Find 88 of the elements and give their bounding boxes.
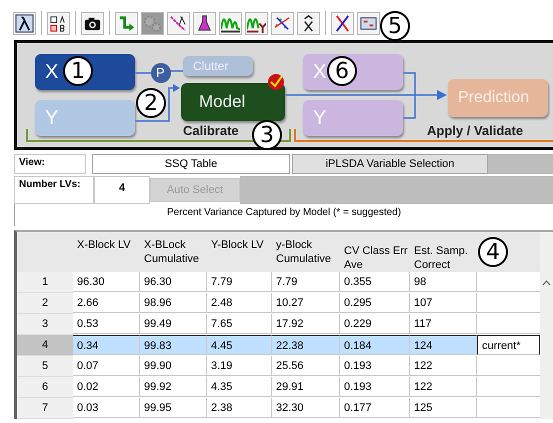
table-cell: 2.66: [73, 293, 140, 313]
table-cell: 107: [410, 293, 477, 313]
table-cell: 29.91: [272, 377, 340, 397]
table-cell: 0.229: [340, 314, 410, 334]
flask-icon: [195, 14, 214, 32]
table-cell: 4.35: [207, 377, 272, 397]
table-cell: 98.96: [140, 293, 207, 313]
corner-cell: [17, 232, 73, 272]
table-cell: 17.92: [272, 314, 340, 334]
table-cell: 96.30: [73, 272, 140, 292]
table-cell: 0.295: [340, 293, 410, 313]
column-header: X-BLock Cumulative: [140, 232, 207, 272]
apply-validate-label: Apply / Validate: [427, 123, 524, 138]
table-cell: 32.30: [272, 398, 340, 418]
table-cell: 2.38: [207, 398, 272, 418]
column-header: CV Class Err Ave: [340, 232, 410, 272]
toolbar-button[interactable]: [13, 12, 36, 34]
table-cell: 117: [410, 314, 477, 334]
row-header[interactable]: 4: [17, 335, 73, 356]
gear-icon: [143, 14, 162, 32]
table-cell: 99.49: [140, 314, 207, 334]
row-header[interactable]: 1: [17, 272, 73, 293]
arrow: [135, 84, 180, 122]
number-lvs-field[interactable]: 4: [94, 176, 150, 204]
table-cell: 0.355: [340, 272, 410, 292]
table-cell: 0.193: [340, 377, 410, 397]
step-arrow-icon: [117, 14, 136, 32]
toolbar-button[interactable]: [245, 12, 268, 34]
table-cell: 99.92: [140, 377, 207, 397]
column-header: y-Block Cumulative: [272, 232, 340, 272]
preprocess-node[interactable]: [151, 63, 171, 83]
table-cell: 99.95: [140, 398, 207, 418]
table-cell: 122: [410, 356, 477, 376]
toolbar-button[interactable]: [47, 12, 70, 34]
table-cell: 7.79: [272, 272, 340, 292]
table-cell: 125: [410, 398, 477, 418]
table-cell: 4.45: [207, 335, 272, 355]
table-cell: 3.19: [207, 356, 272, 376]
row-header[interactable]: 3: [17, 314, 73, 335]
row-header[interactable]: 6: [17, 377, 73, 398]
view-tab[interactable]: SSQ Table: [92, 154, 290, 174]
preprocess-label: P: [156, 65, 165, 80]
calibrate-label: Calibrate: [183, 123, 239, 138]
lambda-line-icon: [169, 14, 188, 32]
table-cell: 0.184: [340, 335, 410, 355]
view-tab[interactable]: iPLSDA Variable Selection: [292, 154, 488, 174]
toolbar-button[interactable]: [193, 12, 216, 34]
toolbar-button[interactable]: [219, 12, 242, 34]
table-cell: 122: [410, 377, 477, 397]
toolbar-button[interactable]: [357, 12, 380, 34]
table-cell: 0.07: [73, 356, 140, 376]
table-cell: 2.48: [207, 293, 272, 313]
model-node[interactable]: Model: [181, 83, 285, 121]
table-cell: 25.56: [272, 356, 340, 376]
table-cell: 0.02: [73, 377, 140, 397]
table-cell: 0.03: [73, 398, 140, 418]
table-cell: 99.90: [140, 356, 207, 376]
table-cell: 10.27: [272, 293, 340, 313]
table-cell: 96.30: [140, 272, 207, 292]
scrollbar[interactable]: [540, 232, 553, 419]
callout-number: 5: [380, 11, 410, 41]
table-cell: current*: [477, 335, 540, 355]
table-cell: 7.65: [207, 314, 272, 334]
column-header: Y-Block LV: [207, 232, 272, 272]
table-cell: 0.177: [340, 398, 410, 418]
table-cell: 7.79: [207, 272, 272, 292]
toolbar-button[interactable]: [297, 12, 320, 34]
table-cell: 98: [410, 272, 477, 292]
table-cell: 124: [410, 335, 477, 355]
column-header: X-Block LV: [73, 232, 140, 272]
scroll-up-icon: [542, 280, 551, 286]
view-label: View:: [14, 154, 86, 174]
row-header[interactable]: 7: [17, 398, 73, 419]
row-header[interactable]: 2: [17, 293, 73, 314]
toolbar-button[interactable]: [81, 12, 104, 34]
row-header[interactable]: 5: [17, 356, 73, 377]
table-cell: 0.34: [73, 335, 140, 355]
toolbar-button[interactable]: [271, 12, 294, 34]
table-cell: 99.83: [140, 335, 207, 355]
lambda-icon: [15, 14, 34, 32]
table-cell: 0.193: [340, 356, 410, 376]
toolbar-button[interactable]: [331, 12, 354, 34]
arrow: [402, 72, 447, 119]
column-header: Est. Samp. Correct: [410, 232, 477, 272]
toolbar-button[interactable]: [167, 12, 190, 34]
table-cell: 0.53: [73, 314, 140, 334]
number-lvs-label: Number LVs:: [14, 176, 94, 204]
table-cell: 22.38: [272, 335, 340, 355]
